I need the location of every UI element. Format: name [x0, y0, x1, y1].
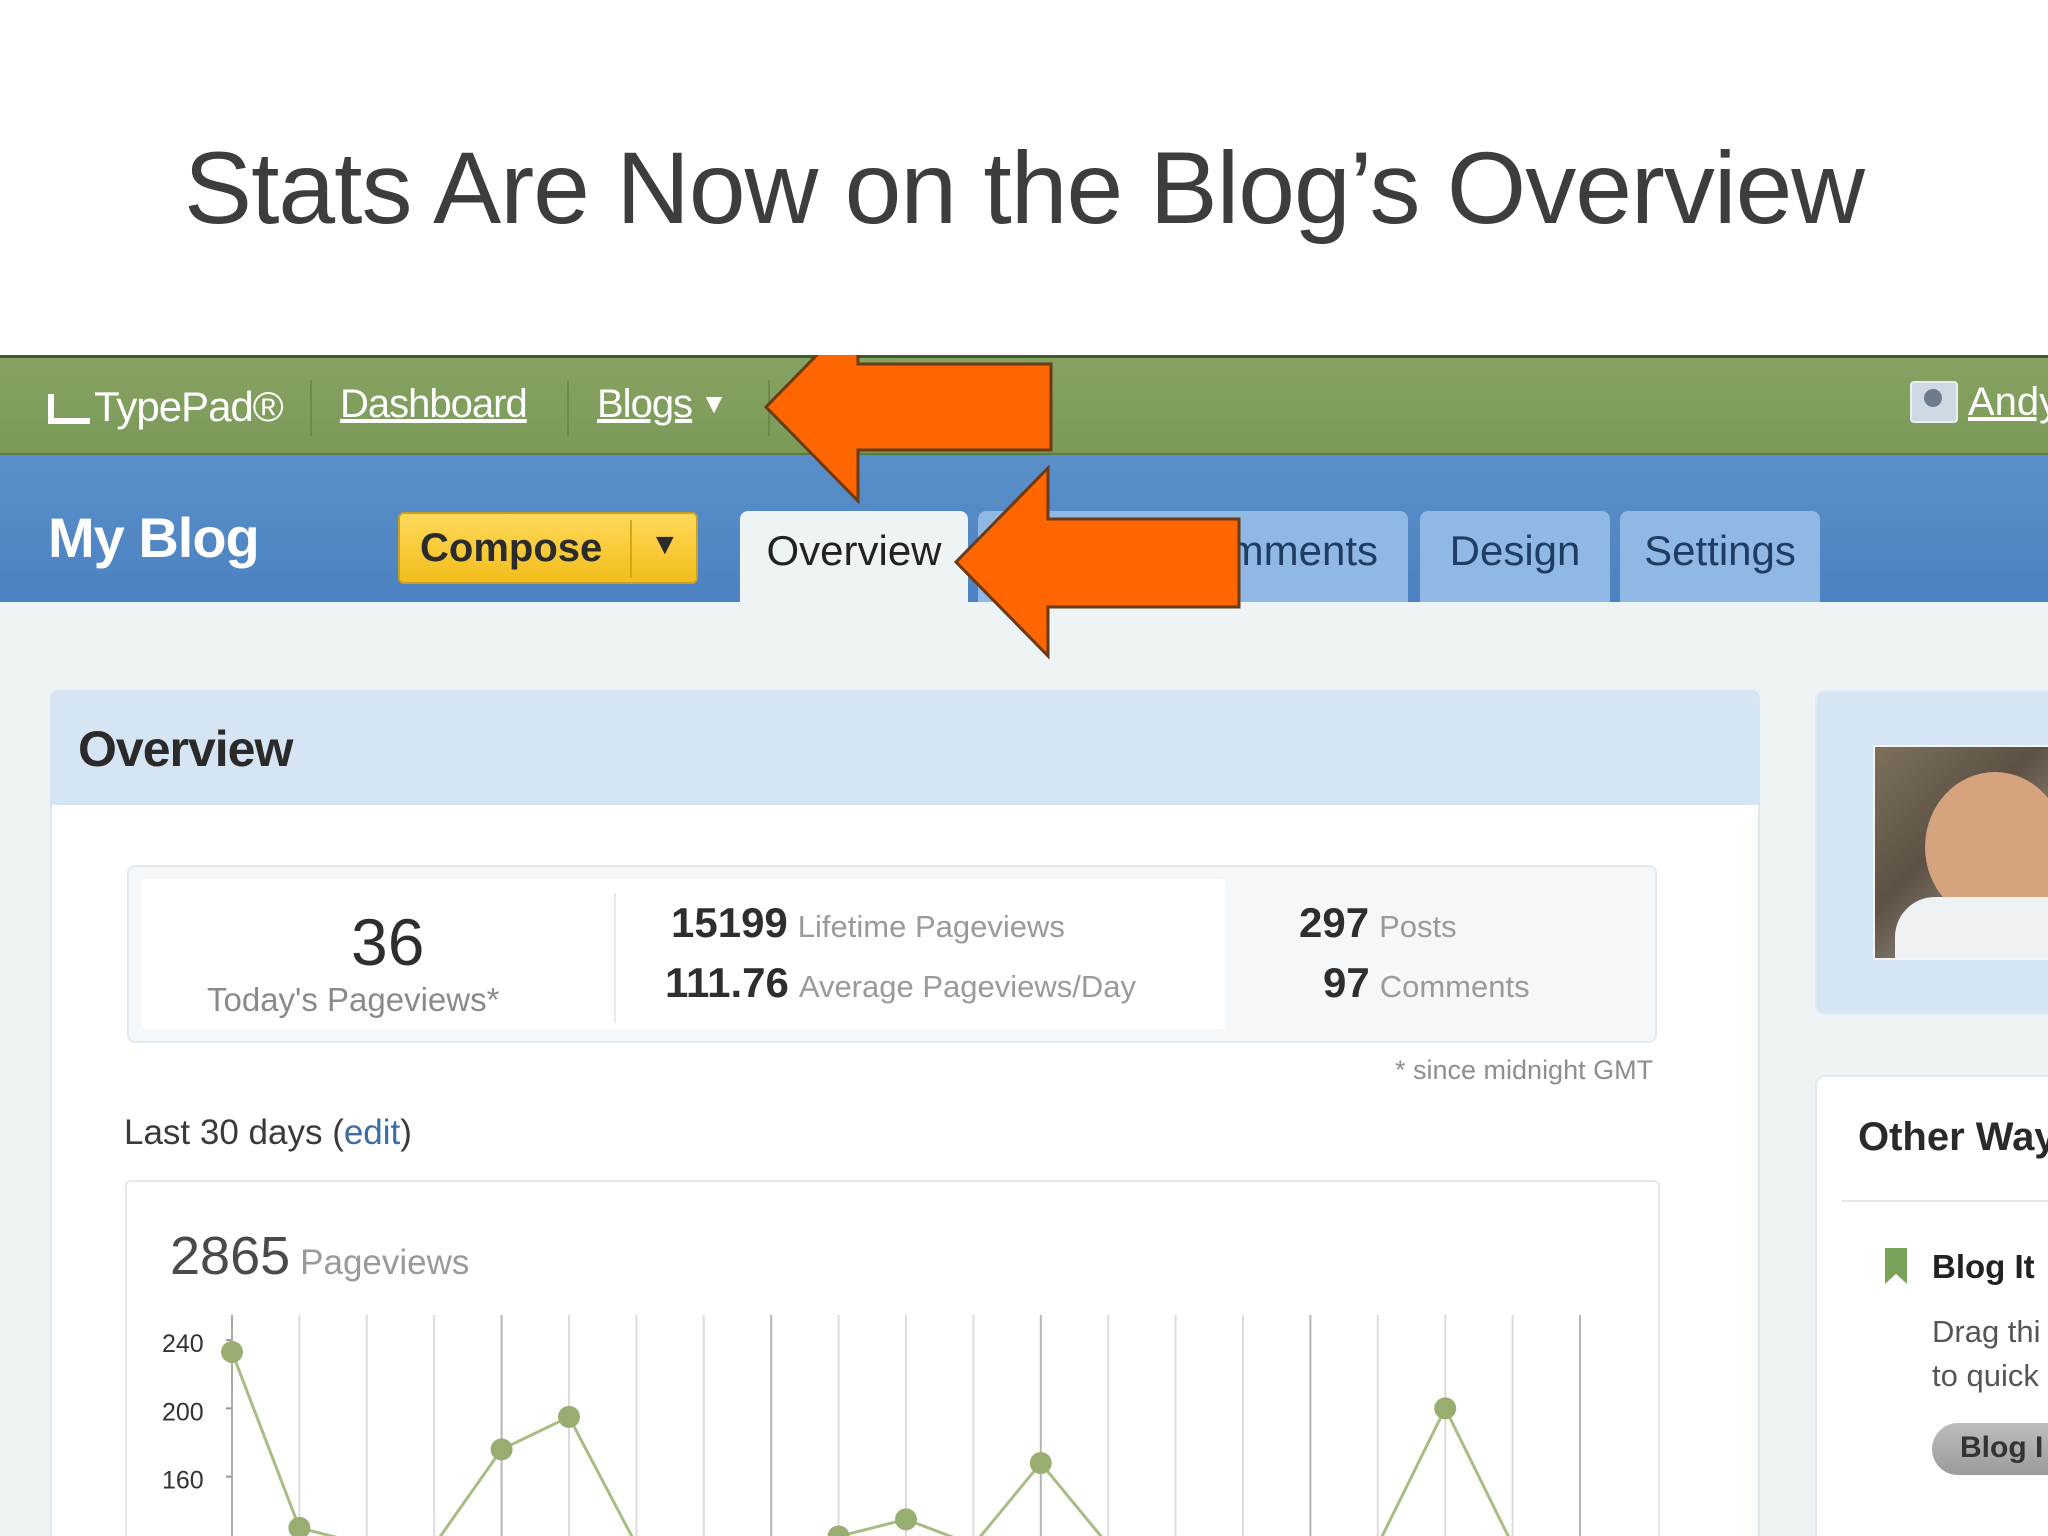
- blog-it-desc-line: Drag thi: [1932, 1314, 2041, 1349]
- overview-heading: Overview: [78, 721, 293, 777]
- data-point[interactable]: [288, 1516, 311, 1536]
- date-range-label: Last 30 days (edit): [124, 1113, 412, 1153]
- blogs-menu[interactable]: Blogs ▼: [597, 382, 728, 427]
- blogs-link-label: Blogs: [597, 382, 693, 426]
- tab-overview[interactable]: Overview: [740, 511, 968, 602]
- arrow-left-icon: [953, 465, 1241, 660]
- compose-label: Compose: [420, 526, 603, 570]
- posts-stat: 297 Posts: [1299, 899, 1457, 947]
- other-ways-heading: Other Way: [1858, 1115, 2048, 1159]
- slide-title: Stats Are Now on the Blog’s Overview: [184, 131, 1865, 245]
- edit-range-link[interactable]: edit: [344, 1113, 400, 1152]
- data-point[interactable]: [221, 1341, 243, 1364]
- chevron-down-icon: ▼: [700, 388, 728, 419]
- sidebar-divider: [1842, 1200, 2048, 1202]
- comments-value: 97: [1323, 959, 1370, 1006]
- posts-value: 297: [1299, 899, 1370, 946]
- average-pageviews-stat: 111.76 Average Pageviews/Day: [665, 959, 1136, 1007]
- compose-button[interactable]: Compose ▼: [398, 512, 698, 584]
- chart-total-label: Pageviews: [300, 1243, 470, 1282]
- chart-total: 2865 Pageviews: [170, 1225, 469, 1287]
- stats-divider: [614, 893, 616, 1023]
- y-tick-label: 240: [162, 1330, 204, 1358]
- date-range-text: Last 30 days (: [124, 1113, 344, 1152]
- timezone-note: * since midnight GMT: [1395, 1055, 1654, 1085]
- average-pageviews-label: Average Pageviews/Day: [798, 969, 1136, 1004]
- dashboard-link[interactable]: Dashboard: [340, 382, 528, 427]
- data-point[interactable]: [895, 1508, 917, 1531]
- user-menu[interactable]: Andy: [1910, 380, 2048, 425]
- data-point[interactable]: [827, 1525, 850, 1536]
- tab-design[interactable]: Design: [1420, 511, 1610, 602]
- stats-main-area: 36 Today's Pageviews* 15199 Lifetime Page…: [141, 879, 1225, 1029]
- user-avatar-icon: [1910, 381, 1958, 423]
- y-tick-label: 200: [162, 1398, 204, 1426]
- typepad-logo-text: TypePad®: [94, 383, 284, 430]
- comments-label: Comments: [1379, 969, 1530, 1004]
- profile-photo-shirt: [1895, 897, 2048, 958]
- todays-pageviews-value: 36: [351, 905, 425, 979]
- comments-stat: 97 Comments: [1323, 959, 1530, 1007]
- compose-dropdown-icon[interactable]: ▼: [650, 528, 680, 562]
- average-pageviews-value: 111.76: [665, 959, 789, 1006]
- profile-photo: [1873, 745, 2048, 960]
- blog-it-description: Drag thi to quick: [1932, 1310, 2041, 1398]
- typepad-logo-icon: [48, 394, 90, 424]
- chart-total-value: 2865: [170, 1226, 291, 1286]
- date-range-close: ): [400, 1113, 412, 1152]
- blog-name: My Blog: [48, 506, 260, 569]
- stats-summary: 36 Today's Pageviews* 15199 Lifetime Page…: [127, 865, 1657, 1043]
- compose-divider: [630, 520, 632, 578]
- lifetime-pageviews-stat: 15199 Lifetime Pageviews: [671, 899, 1065, 947]
- data-point[interactable]: [1434, 1397, 1457, 1420]
- blog-it-button[interactable]: Blog I: [1932, 1423, 2048, 1475]
- typepad-logo[interactable]: TypePad®: [48, 383, 284, 431]
- data-point[interactable]: [490, 1438, 513, 1461]
- data-point[interactable]: [1029, 1452, 1052, 1475]
- lifetime-pageviews-label: Lifetime Pageviews: [797, 909, 1065, 944]
- todays-pageviews-label: Today's Pageviews*: [207, 981, 500, 1018]
- y-tick-label: 160: [162, 1467, 204, 1495]
- posts-label: Posts: [1379, 909, 1457, 944]
- typepad-screenshot: TypePad® Dashboard Blogs▼ Andy My Blog C…: [0, 355, 2048, 1536]
- data-point[interactable]: [558, 1405, 580, 1428]
- overview-panel-header: Overview: [50, 690, 1760, 805]
- user-name: Andy: [1968, 380, 2048, 424]
- nav-separator: [567, 380, 569, 436]
- pageviews-line-chart: 240 200 160: [162, 1315, 1581, 1536]
- blog-it-desc-line: to quick: [1932, 1358, 2039, 1393]
- nav-separator: [310, 380, 312, 436]
- lifetime-pageviews-value: 15199: [671, 899, 788, 946]
- blog-it-title: Blog It: [1932, 1248, 2035, 1285]
- tab-settings[interactable]: Settings: [1620, 511, 1820, 602]
